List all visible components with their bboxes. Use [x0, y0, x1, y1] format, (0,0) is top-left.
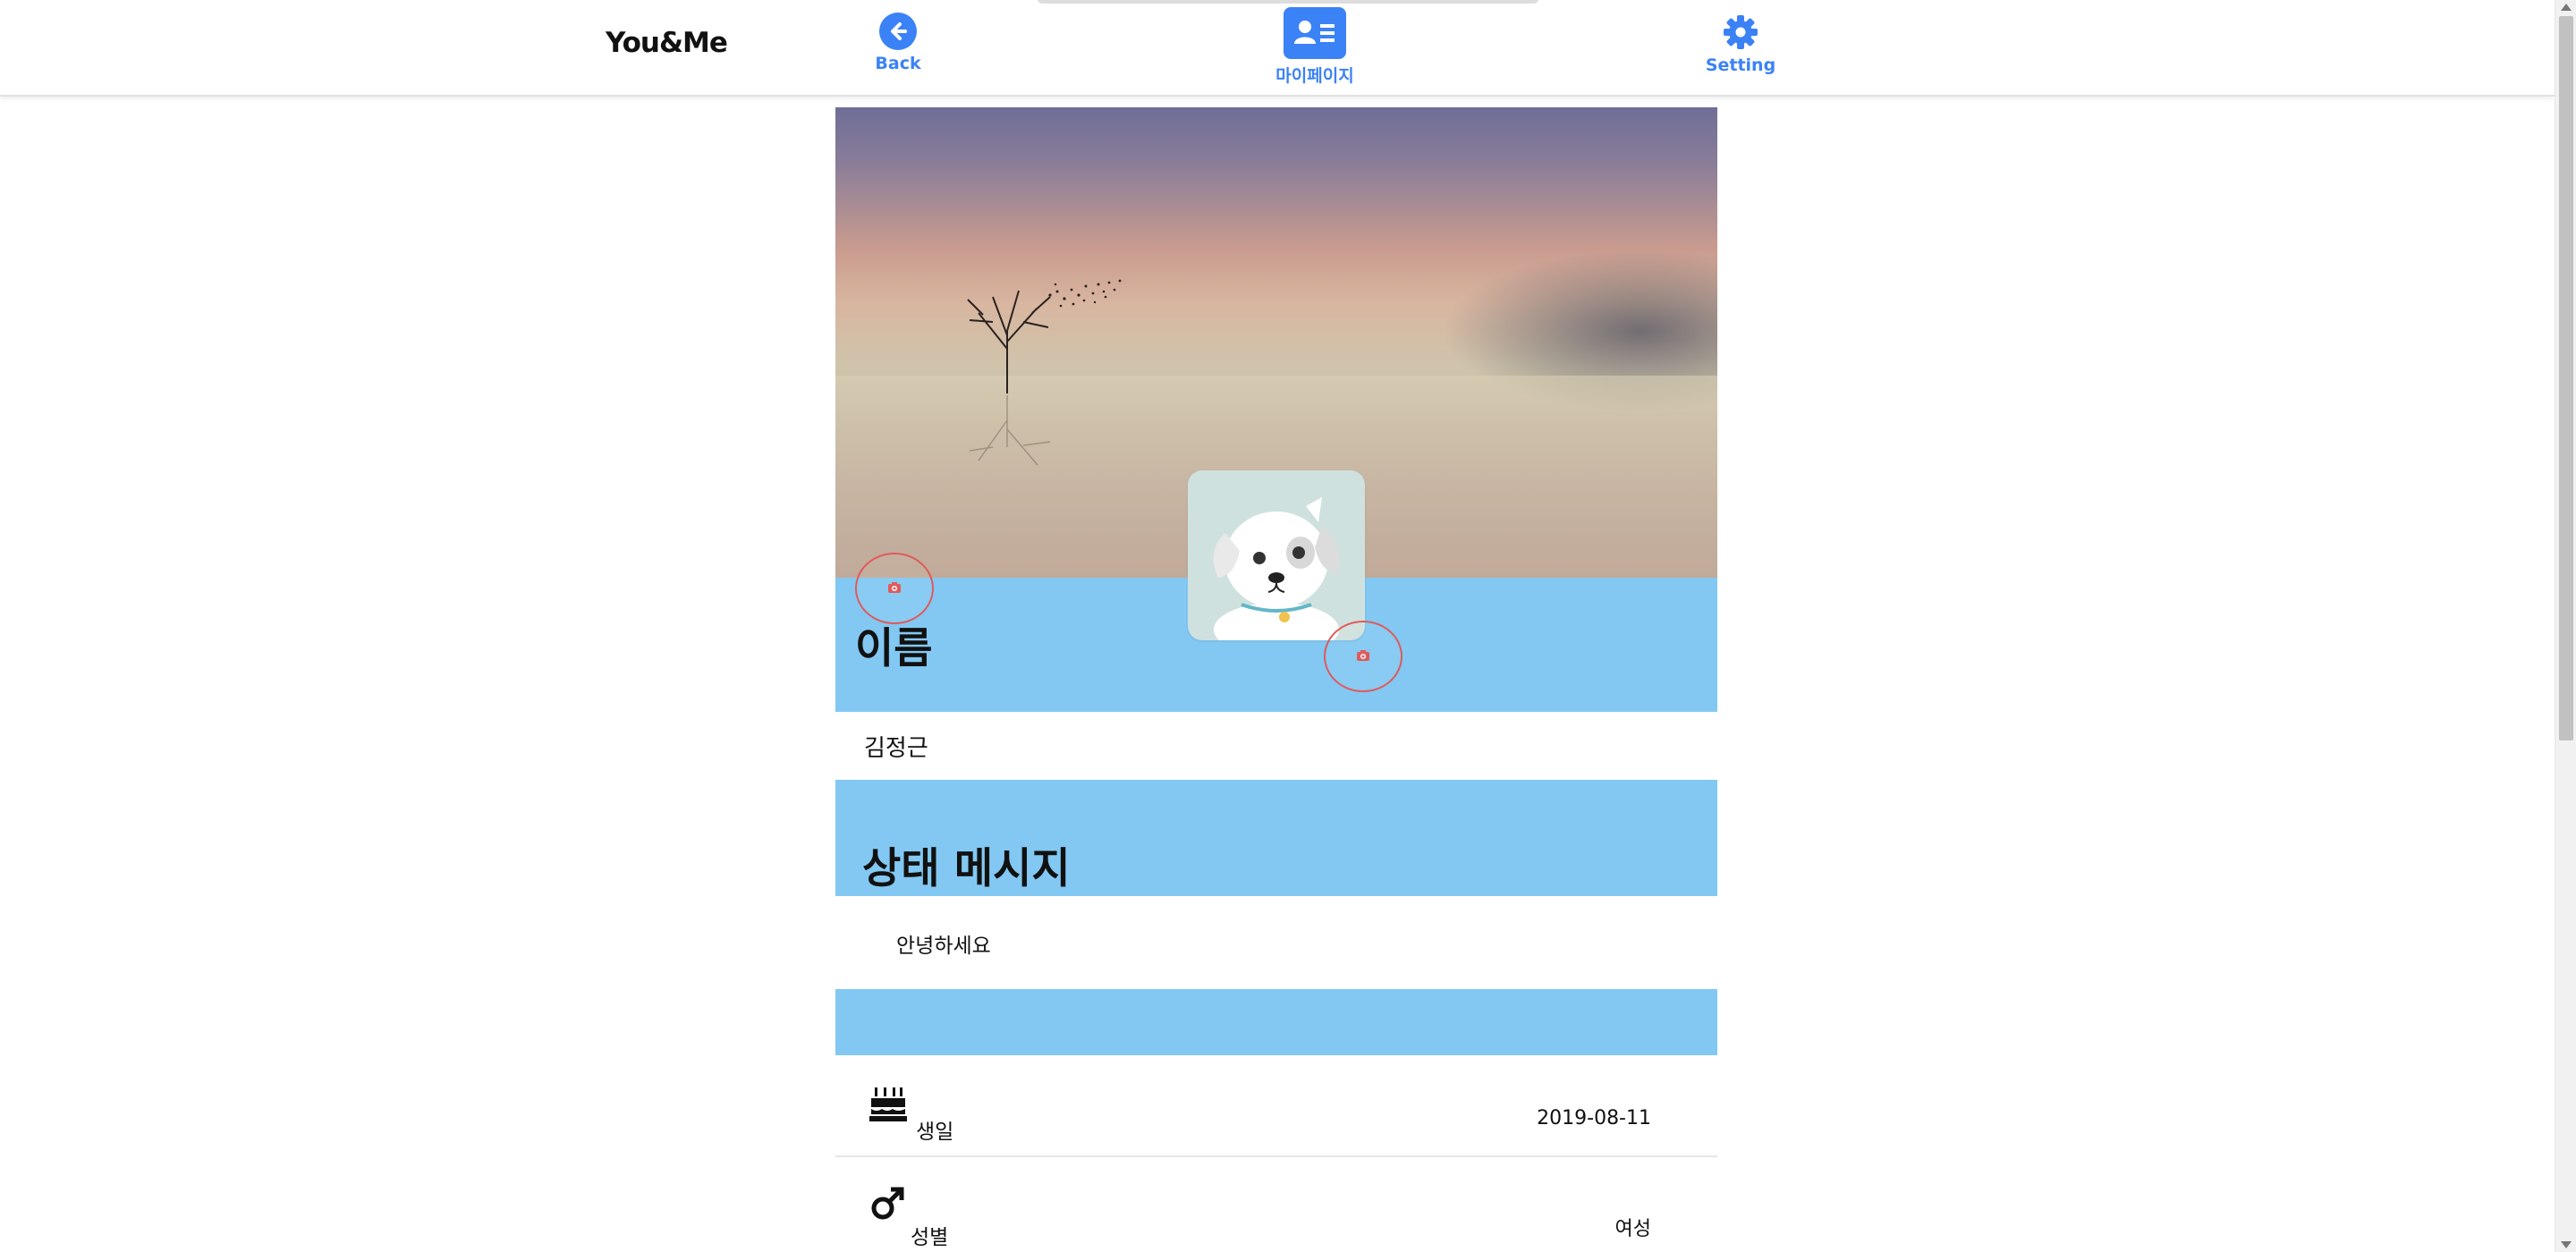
status-heading: 상태 메시지	[862, 844, 1071, 893]
scroll-up-arrow-icon[interactable]	[2561, 4, 2572, 11]
setting-label: Setting	[1705, 55, 1776, 75]
back-button[interactable]: Back	[875, 13, 921, 73]
brand-logo[interactable]: You&Me	[606, 27, 728, 59]
birthday-cake-icon	[869, 1084, 907, 1127]
birthday-row: 생일 2019-08-11	[835, 1055, 1717, 1157]
name-value[interactable]: 김정근	[864, 730, 928, 763]
mypage-button[interactable]: 마이페이지	[1270, 7, 1360, 87]
status-message-value[interactable]: 안녕하세요	[896, 928, 991, 959]
arrow-left-circle-icon	[879, 13, 917, 50]
gender-row: 성별 여성	[835, 1159, 1717, 1252]
setting-button[interactable]: Setting	[1705, 13, 1776, 75]
name-value-row	[835, 712, 1717, 780]
page-scrollbar[interactable]	[2555, 0, 2576, 1252]
birthday-label: 생일	[916, 1121, 954, 1144]
mars-icon	[869, 1186, 905, 1225]
profile-card: 이름 김정근 상태 메시지 안녕하세요 생일 2019-08-11 성별 여성	[835, 107, 1717, 1252]
cover-camera-button[interactable]	[855, 553, 934, 624]
scroll-down-arrow-icon[interactable]	[2561, 1241, 2572, 1248]
top-navbar: You&Me Back 마이페이지 Setting	[0, 0, 2555, 97]
gender-value: 여성	[1614, 1218, 1651, 1240]
gear-icon	[1721, 13, 1760, 52]
id-card-icon	[1284, 7, 1346, 59]
mypage-label: 마이페이지	[1275, 66, 1354, 86]
scrollbar-thumb[interactable]	[2559, 16, 2573, 740]
top-edge-bar	[1038, 0, 1538, 4]
camera-icon	[1356, 648, 1370, 665]
gender-label: 성별	[911, 1226, 949, 1249]
camera-icon	[887, 580, 902, 597]
back-label: Back	[875, 54, 921, 73]
profile-avatar[interactable]	[1188, 470, 1365, 640]
birthday-value: 2019-08-11	[1537, 1107, 1651, 1129]
avatar-camera-button[interactable]	[1324, 621, 1402, 692]
info-section-band	[835, 989, 1717, 1055]
